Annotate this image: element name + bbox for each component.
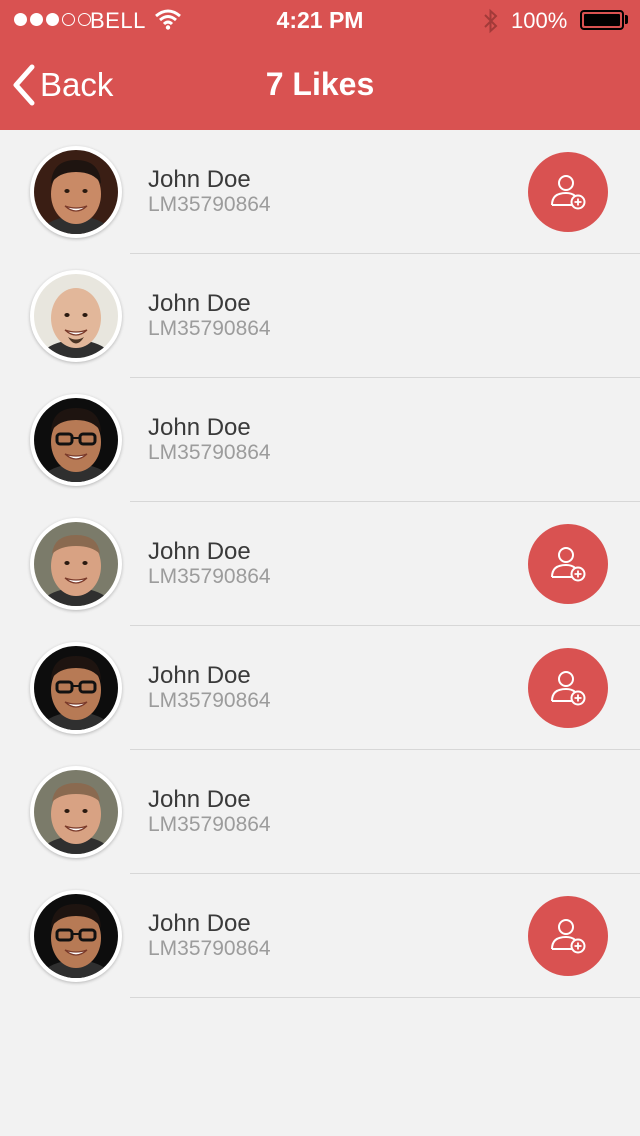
user-id: LM35790864 — [148, 937, 271, 960]
user-id: LM35790864 — [148, 565, 271, 588]
user-name: John Doe — [148, 910, 251, 937]
nav-header: BELL 4:21 PM 100% Back 7 Likes — [0, 0, 640, 130]
avatar[interactable] — [30, 766, 122, 858]
avatar[interactable] — [30, 146, 122, 238]
user-id: LM35790864 — [148, 193, 271, 216]
page-title: 7 Likes — [265, 66, 375, 102]
add-friend-button[interactable] — [528, 648, 608, 728]
list-item[interactable]: John Doe LM35790864 — [0, 378, 640, 502]
list-item[interactable]: John Doe LM35790864 — [0, 254, 640, 378]
add-friend-button[interactable] — [528, 524, 608, 604]
add-user-icon — [551, 671, 586, 706]
user-id: LM35790864 — [148, 317, 271, 340]
user-id: LM35790864 — [148, 689, 271, 712]
avatar[interactable] — [30, 394, 122, 486]
likes-list: John Doe LM35790864 John Doe LM35790864 John… — [0, 130, 640, 998]
add-user-icon — [551, 547, 586, 582]
list-item[interactable]: John Doe LM35790864 — [0, 626, 640, 750]
add-user-icon — [551, 175, 586, 210]
avatar[interactable] — [30, 270, 122, 362]
user-name: John Doe — [148, 662, 251, 689]
user-name: John Doe — [148, 290, 251, 317]
add-user-icon — [551, 919, 586, 954]
add-friend-button[interactable] — [528, 152, 608, 232]
battery-icon — [580, 10, 624, 30]
user-name: John Doe — [148, 166, 251, 193]
add-friend-button[interactable] — [528, 896, 608, 976]
user-name: John Doe — [148, 414, 251, 441]
list-item[interactable]: John Doe LM35790864 — [0, 750, 640, 874]
list-item[interactable]: John Doe LM35790864 — [0, 130, 640, 254]
user-name: John Doe — [148, 538, 251, 565]
user-id: LM35790864 — [148, 813, 271, 836]
bluetooth-icon — [484, 8, 498, 34]
avatar[interactable] — [30, 890, 122, 982]
avatar[interactable] — [30, 642, 122, 734]
avatar[interactable] — [30, 518, 122, 610]
row-divider — [130, 997, 640, 998]
list-item[interactable]: John Doe LM35790864 — [0, 874, 640, 998]
battery-tip — [625, 15, 628, 24]
list-item[interactable]: John Doe LM35790864 — [0, 502, 640, 626]
user-name: John Doe — [148, 786, 251, 813]
user-id: LM35790864 — [148, 441, 271, 464]
status-bar: BELL 4:21 PM 100% — [0, 0, 640, 40]
battery-percentage: 100% — [511, 8, 568, 33]
